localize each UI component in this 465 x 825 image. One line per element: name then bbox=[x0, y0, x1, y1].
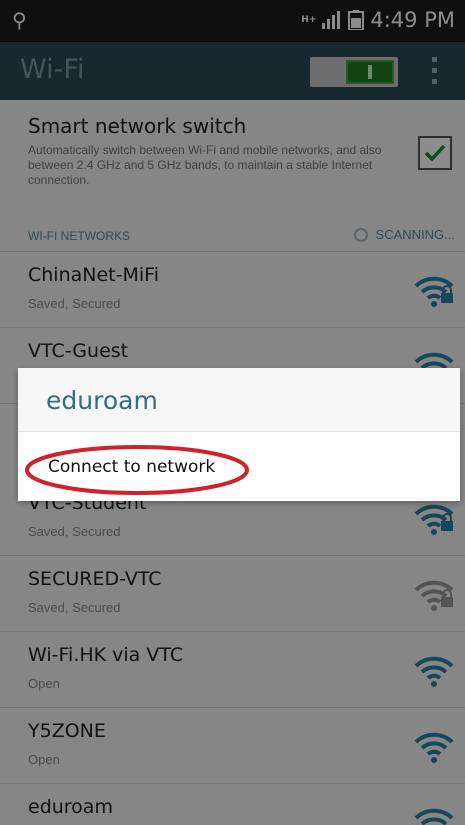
dialog-header: eduroam bbox=[18, 368, 460, 432]
connect-option-label: Connect to network bbox=[48, 457, 216, 477]
network-dialog: eduroam Connect to network bbox=[18, 368, 460, 501]
dialog-title: eduroam bbox=[46, 386, 158, 415]
connect-to-network-option[interactable]: Connect to network bbox=[18, 432, 460, 501]
